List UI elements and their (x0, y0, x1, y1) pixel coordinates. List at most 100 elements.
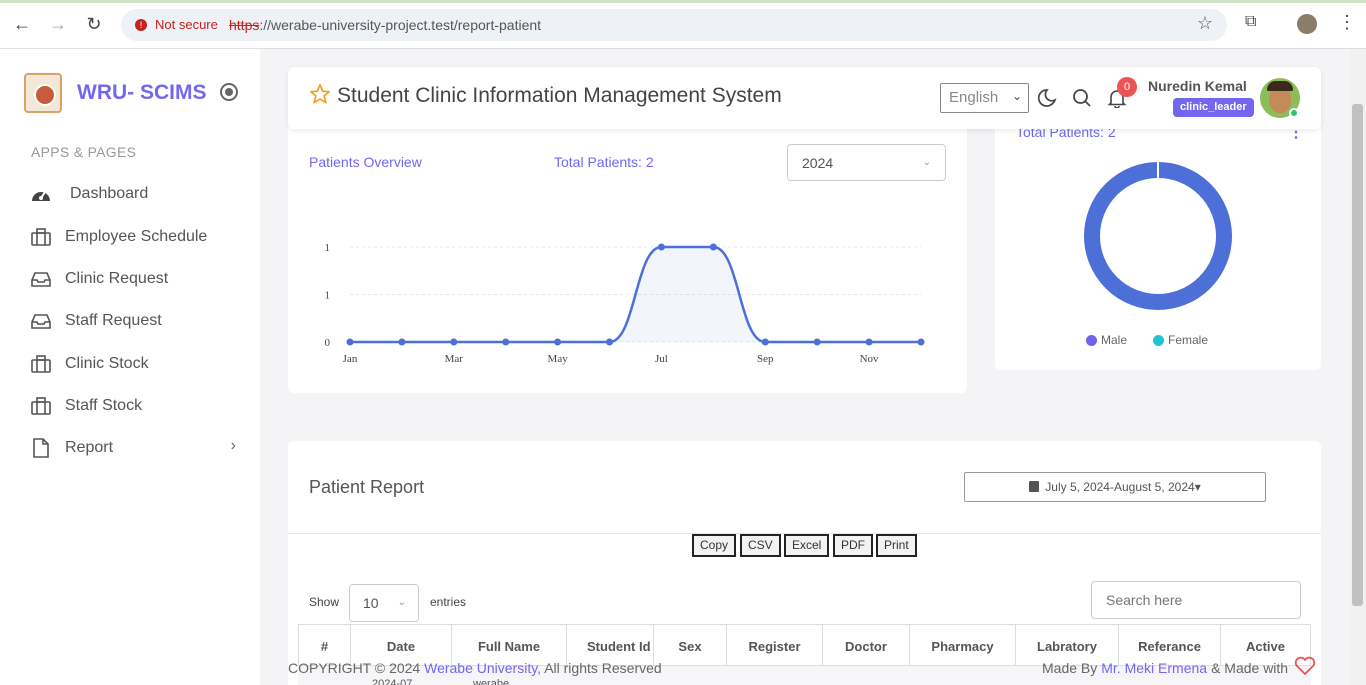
loading-bar (0, 0, 1366, 3)
csv-button[interactable]: CSV (740, 534, 781, 557)
data-point[interactable] (450, 338, 458, 346)
sidebar-item-dashboard[interactable]: Dashboard (30, 179, 242, 209)
brand-name: WRU- SCIMS (77, 81, 207, 104)
online-status-dot (1289, 108, 1299, 118)
data-point[interactable] (709, 243, 717, 251)
page-size-value: 10 (363, 595, 379, 611)
footer-credits: Made By Mr. Meki Ermena & Made with (1042, 656, 1316, 679)
favorite-star-icon[interactable] (309, 83, 331, 110)
data-point[interactable] (554, 338, 562, 346)
footer-copyright: COPYRIGHT © 2024 Werabe University, All … (288, 660, 662, 676)
language-value: English (949, 89, 999, 106)
legend-female[interactable]: Female (1153, 333, 1208, 347)
chevron-down-icon: ⌄ (922, 157, 931, 168)
sidebar-item-staff-stock[interactable]: Staff Stock (30, 391, 242, 421)
sidebar-item-label: Dashboard (70, 185, 149, 202)
inbox-icon (30, 268, 52, 290)
gender-card: Total Patients: 2 ⋮ Male Female (995, 100, 1321, 370)
legend-label: Female (1168, 333, 1209, 347)
y-tick-label: 0 (325, 337, 331, 349)
gender-donut-chart (1084, 161, 1232, 310)
data-point[interactable] (398, 338, 406, 346)
back-icon[interactable]: ← (11, 12, 33, 36)
show-label: Show (309, 595, 340, 609)
overview-total: Total Patients: 2 (554, 154, 654, 170)
calendar-icon (1029, 481, 1040, 492)
dashboard-gauge-icon (30, 183, 52, 205)
legend-male[interactable]: Male (1086, 333, 1127, 347)
address-bar[interactable]: ! Not secure https://werabe-university-p… (121, 9, 1227, 41)
browser-menu-icon[interactable]: ⋮ (1338, 12, 1356, 33)
y-tick-label: 1 (325, 242, 331, 254)
data-point[interactable] (813, 338, 821, 346)
scrollbar-thumb[interactable] (1352, 104, 1363, 606)
page-size-select[interactable]: 10 ⌄ (349, 584, 419, 622)
sidebar-item-report[interactable]: Report › (30, 433, 242, 463)
avatar-hair (1267, 81, 1293, 91)
overview-title: Patients Overview (309, 154, 422, 170)
inbox-icon (30, 310, 52, 332)
user-name[interactable]: Nuredin Kemal (1148, 78, 1247, 94)
security-indicator[interactable]: ! Not secure (129, 13, 228, 37)
data-point[interactable] (657, 243, 665, 251)
data-point[interactable] (502, 338, 510, 346)
sidebar-item-clinic-request[interactable]: Clinic Request (30, 264, 242, 294)
search-input[interactable] (1091, 581, 1301, 619)
year-select[interactable]: 2024 ⌄ (787, 144, 946, 181)
reload-icon[interactable]: ↻ (83, 12, 105, 36)
section-title: APPS & PAGES (31, 144, 137, 160)
forward-icon[interactable]: → (47, 12, 69, 36)
y-tick-label: 1 (325, 290, 331, 302)
x-tick-label: Jan (343, 353, 358, 365)
report-title: Patient Report (309, 477, 425, 497)
x-tick-label: Nov (860, 353, 879, 365)
sidebar-item-label: Staff Request (65, 312, 162, 329)
url-text[interactable]: https://werabe-university-project.test/r… (229, 9, 541, 41)
collapse-toggle-icon[interactable] (220, 83, 238, 101)
x-tick-label: Sep (757, 353, 774, 365)
data-point[interactable] (865, 338, 873, 346)
year-value: 2024 (802, 155, 834, 171)
browser-toolbar: ← → ↻ ! Not secure https://werabe-univer… (0, 0, 1366, 49)
print-button[interactable]: Print (876, 534, 917, 557)
caret-down-icon: ▾ (1194, 480, 1201, 494)
x-tick-label: Jul (655, 353, 668, 365)
university-logo (24, 73, 62, 113)
row-date: 2024-07 (372, 678, 413, 685)
copy-button[interactable]: Copy (692, 534, 737, 557)
excel-button[interactable]: Excel (784, 534, 830, 557)
extensions-icon[interactable]: ⧉ (1245, 13, 1256, 31)
date-range-picker[interactable]: July 5, 2024-August 5, 2024▾ (964, 472, 1266, 502)
chevron-down-icon: ⌄ (1011, 89, 1022, 103)
sidebar-item-label: Clinic Request (65, 270, 169, 287)
heart-icon (1294, 656, 1316, 679)
row-full-name: werabe (473, 678, 510, 685)
moon-icon[interactable] (1037, 88, 1058, 113)
briefcase-icon (30, 395, 52, 417)
pdf-button[interactable]: PDF (833, 534, 873, 557)
donut-slice[interactable] (1084, 162, 1232, 310)
bookmark-star-icon[interactable]: ☆ (1197, 13, 1213, 34)
data-point[interactable] (606, 338, 614, 346)
sidebar-item-employee-schedule[interactable]: Employee Schedule (30, 222, 242, 252)
date-range-value: July 5, 2024-August 5, 2024 (1045, 480, 1195, 494)
sidebar: WRU- SCIMS APPS & PAGES Dashboard Employ… (0, 49, 260, 685)
warning-icon: ! (135, 19, 147, 31)
x-tick-label: May (548, 353, 569, 365)
page-scrollbar[interactable] (1349, 49, 1366, 685)
data-point[interactable] (346, 338, 354, 346)
author-link[interactable]: Mr. Meki Ermena (1101, 660, 1207, 676)
x-tick-label: Mar (445, 353, 464, 365)
patients-overview-card: Patients Overview Total Patients: 2 2024… (288, 100, 967, 393)
language-select[interactable]: English ⌄ (940, 83, 1029, 113)
sidebar-item-clinic-stock[interactable]: Clinic Stock (30, 349, 242, 379)
data-point[interactable] (917, 338, 925, 346)
search-icon[interactable] (1072, 88, 1092, 113)
patient-report-card: Patient Report July 5, 2024-August 5, 20… (288, 441, 1321, 685)
sidebar-item-label: Clinic Stock (65, 355, 149, 372)
profile-avatar[interactable] (1297, 14, 1317, 34)
sidebar-item-staff-request[interactable]: Staff Request (30, 306, 242, 336)
data-point[interactable] (761, 338, 769, 346)
university-link[interactable]: Werabe University, (424, 660, 541, 676)
sidebar-item-label: Employee Schedule (65, 228, 208, 245)
